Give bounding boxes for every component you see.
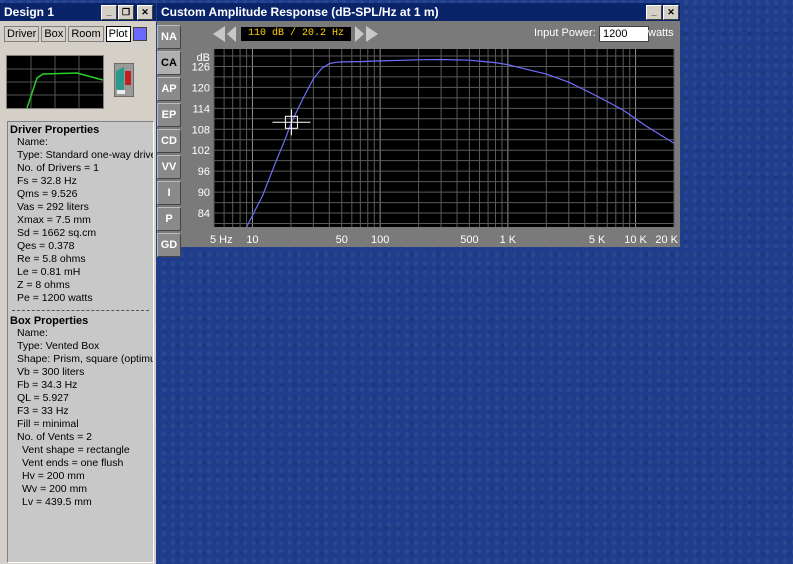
box-prop-line: Fb = 34.3 Hz	[17, 379, 78, 391]
input-power-label: Input Power:	[534, 27, 596, 39]
cursor-right-fast-arrow-icon[interactable]	[366, 26, 378, 42]
driver-prop-line: Le = 0.81 mH	[17, 266, 81, 278]
driver-prop-line: Pe = 1200 watts	[17, 292, 93, 304]
tab-ca[interactable]: CA	[157, 51, 181, 75]
driver-prop-line: Type: Standard one-way driver	[17, 149, 154, 161]
input-power-unit: watts	[648, 27, 674, 39]
restore-icon[interactable]: ❐	[118, 5, 134, 20]
plot-area	[214, 49, 674, 227]
driver-prop-line: Qes = 0.378	[17, 240, 75, 252]
x-tick-label: 500	[460, 234, 478, 245]
design-title-bar[interactable]: Design 1 _ ❐ ✕	[0, 3, 156, 21]
close-icon[interactable]: ✕	[663, 5, 679, 20]
driver-prop-line: Name:	[17, 136, 48, 148]
box-prop-line: F3 = 33 Hz	[17, 405, 69, 417]
plot-color-swatch[interactable]	[132, 27, 147, 41]
driver-prop-line: Xmax = 7.5 mm	[17, 214, 91, 226]
response-title: Custom Amplitude Response (dB-SPL/Hz at …	[161, 5, 439, 19]
driver-prop-line: Fs = 32.8 Hz	[17, 175, 77, 187]
response-thumbnail[interactable]	[6, 55, 104, 109]
cursor-left-arrow-icon[interactable]	[227, 26, 236, 42]
cursor-right-arrow-icon[interactable]	[355, 26, 364, 42]
tab-gd[interactable]: GD	[157, 233, 181, 257]
minimize-icon[interactable]: _	[101, 5, 117, 20]
box-prop-line: Hv = 200 mm	[22, 470, 85, 482]
box-properties-heading: Box Properties	[10, 315, 89, 327]
box-prop-line: Type: Vented Box	[17, 340, 100, 352]
tab-ep[interactable]: EP	[157, 103, 181, 127]
close-icon[interactable]: ✕	[137, 5, 153, 20]
tab-p[interactable]: P	[157, 207, 181, 231]
thumbnail-curve	[26, 72, 104, 109]
x-tick-label: 100	[371, 234, 389, 245]
y-tick-label: 84	[198, 208, 210, 220]
y-tick-label: 102	[192, 145, 210, 157]
design-window: Design 1 _ ❐ ✕ Driver Box Room Plot Driv…	[0, 3, 156, 564]
tab-ap[interactable]: AP	[157, 77, 181, 101]
box-prop-line: Shape: Prism, square (optimum)	[17, 353, 154, 365]
thumbnail-plot	[7, 56, 104, 109]
y-tick-label: 96	[198, 166, 210, 178]
box-prop-line: Vent shape = rectangle	[22, 444, 130, 456]
response-title-bar[interactable]: Custom Amplitude Response (dB-SPL/Hz at …	[157, 3, 680, 21]
amplitude-response-window: Custom Amplitude Response (dB-SPL/Hz at …	[157, 3, 680, 257]
driver-prop-line: Sd = 1662 sq.cm	[17, 227, 97, 239]
x-tick-label: 20 K	[655, 234, 678, 245]
box-prop-line: Fill = minimal	[17, 418, 79, 430]
tab-driver[interactable]: Driver	[4, 26, 40, 42]
tab-room[interactable]: Room	[68, 26, 104, 42]
tab-plot[interactable]: Plot	[105, 26, 131, 42]
driver-properties-heading: Driver Properties	[10, 124, 100, 136]
design-tabs: Driver Box Room Plot	[4, 26, 147, 42]
y-tick-label: 108	[192, 124, 210, 136]
y-tick-label: 114	[192, 103, 210, 115]
divider	[12, 310, 149, 311]
x-tick-label: 10	[246, 234, 258, 245]
box-prop-line: QL = 5.927	[17, 392, 69, 404]
amplitude-response-chart[interactable]: 849096102108114120126dB5 Hz 10 50 100 500 1 K…	[182, 45, 678, 245]
properties-panel: Driver Properties Name: Type: Standard o…	[7, 121, 154, 563]
input-power-field[interactable]: 1200	[599, 26, 649, 42]
box-prop-line: Name:	[17, 327, 48, 339]
response-type-tabs: NA CA AP EP CD VV I P GD	[157, 25, 181, 259]
driver-prop-line: Re = 5.8 ohms	[17, 253, 86, 265]
minimize-icon[interactable]: _	[646, 5, 662, 20]
box-prop-line: Vb = 300 liters	[17, 366, 85, 378]
design-title: Design 1	[4, 5, 55, 19]
driver-prop-line: Z = 8 ohms	[17, 279, 70, 291]
driver-prop-line: No. of Drivers = 1	[17, 162, 99, 174]
driver-prop-line: Qms = 9.526	[17, 188, 78, 200]
x-tick-label: 50	[336, 234, 348, 245]
y-axis-label: dB	[197, 52, 210, 64]
box-prop-line: No. of Vents = 2	[17, 431, 93, 443]
cursor-readout: 110 dB / 20.2 Hz	[241, 27, 351, 41]
x-tick-label: 10 K	[624, 234, 647, 245]
driver-prop-line: Vas = 292 liters	[17, 201, 89, 213]
cursor-left-fast-arrow-icon[interactable]	[213, 26, 225, 42]
x-tick-label: 1 K	[500, 234, 517, 245]
tab-vv[interactable]: VV	[157, 155, 181, 179]
box-prop-line: Lv = 439.5 mm	[22, 496, 92, 508]
y-tick-label: 120	[192, 82, 210, 94]
y-tick-label: 90	[198, 187, 210, 199]
tab-na[interactable]: NA	[157, 25, 181, 49]
speaker-icon[interactable]	[114, 63, 134, 97]
box-prop-line: Wv = 200 mm	[22, 483, 88, 495]
x-tick-label: 5 K	[589, 234, 606, 245]
tab-box[interactable]: Box	[41, 26, 67, 42]
tab-i[interactable]: I	[157, 181, 181, 205]
x-tick-label: 5 Hz	[210, 234, 233, 245]
box-prop-line: Vent ends = one flush	[22, 457, 124, 469]
tab-cd[interactable]: CD	[157, 129, 181, 153]
